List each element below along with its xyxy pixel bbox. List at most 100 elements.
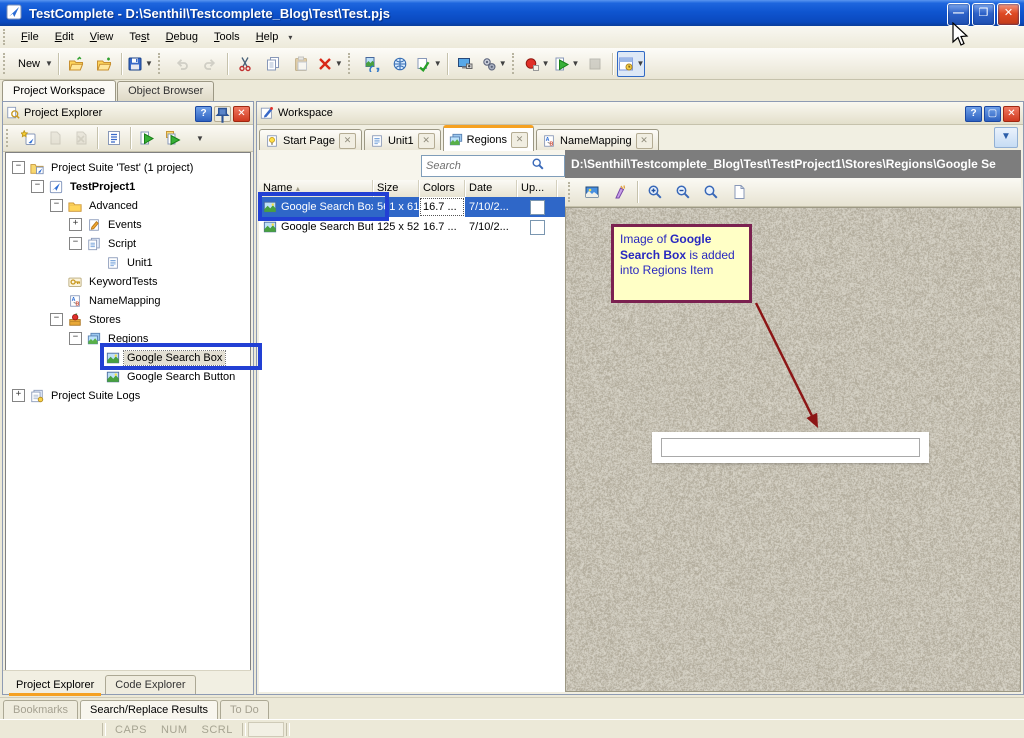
copy-button[interactable] <box>260 51 286 77</box>
tree-item-script[interactable]: −Script <box>6 234 250 253</box>
screen-capture-button[interactable] <box>452 51 478 77</box>
run-test-button[interactable] <box>135 126 159 150</box>
toolbar-grip[interactable] <box>3 29 10 44</box>
redo-icon <box>202 56 218 72</box>
column-header-up[interactable]: Up... <box>517 180 557 197</box>
collapse-icon[interactable]: − <box>69 237 82 250</box>
toolbar-grip[interactable] <box>158 53 165 75</box>
column-header-colors[interactable]: Colors <box>419 180 465 197</box>
regions-icon <box>87 332 101 346</box>
close-panel-button[interactable]: ✕ <box>1003 106 1020 122</box>
doc-tab-regions[interactable]: Regions✕ <box>443 125 534 151</box>
zoom-out-button[interactable] <box>670 179 696 205</box>
collapse-icon[interactable]: − <box>31 180 44 193</box>
updated-checkbox[interactable] <box>530 220 545 235</box>
tree-item-project-suite-test-1-project-[interactable]: −Project Suite 'Test' (1 project) <box>6 158 250 177</box>
tree-item-keywordtests[interactable]: −KeywordTests <box>6 272 250 291</box>
record-button[interactable]: ▼ <box>523 51 551 77</box>
restore-button[interactable]: ❐ <box>972 3 995 26</box>
tree-item-project-suite-logs[interactable]: +Project Suite Logs <box>6 386 250 405</box>
doc-tab-unit1[interactable]: Unit1✕ <box>364 129 441 151</box>
menu-item-test[interactable]: Test <box>121 28 157 46</box>
tab-object-browser[interactable]: Object Browser <box>117 81 214 101</box>
replace-image-button[interactable] <box>359 51 385 77</box>
updated-cell[interactable] <box>517 217 557 237</box>
tree-item-events[interactable]: +Events <box>6 215 250 234</box>
menu-item-debug[interactable]: Debug <box>158 28 206 46</box>
add-item-button[interactable] <box>17 126 41 150</box>
menu-item-edit[interactable]: Edit <box>47 28 82 46</box>
tree-item-testproject1[interactable]: −TestProject1 <box>6 177 250 196</box>
copy-icon <box>265 56 281 72</box>
maximize-panel-button[interactable]: ▢ <box>984 106 1001 122</box>
column-header-date[interactable]: Date <box>465 180 517 197</box>
doc-tab-namemapping[interactable]: ABNameMapping✕ <box>536 129 659 151</box>
tab-code-explorer[interactable]: Code Explorer <box>105 675 195 694</box>
delete-button[interactable]: ▼ <box>316 51 344 77</box>
zoom-actual-button[interactable] <box>698 179 724 205</box>
cut-button[interactable] <box>232 51 258 77</box>
menu-item-file[interactable]: File <box>13 28 47 46</box>
expand-icon[interactable]: + <box>12 389 25 402</box>
tab-bookmarks[interactable]: Bookmarks <box>3 700 78 719</box>
options-button[interactable]: ▼ <box>480 51 508 77</box>
toolbar-more-button[interactable]: ▼ <box>187 126 211 150</box>
new-button[interactable]: New▼ <box>14 51 54 77</box>
tab-to-do[interactable]: To Do <box>220 700 269 719</box>
panel-view-button[interactable]: ▼ <box>617 51 645 77</box>
menu-item-view[interactable]: View <box>82 28 122 46</box>
tab-scroll-chevron[interactable]: ▼ <box>994 127 1018 148</box>
updated-cell[interactable] <box>517 197 557 217</box>
view-page-button[interactable] <box>726 179 752 205</box>
web-testing-button[interactable] <box>387 51 413 77</box>
checkpoint-button[interactable]: ▼ <box>415 51 443 77</box>
close-panel-button[interactable]: ✕ <box>233 106 250 122</box>
run-button[interactable]: ▼ <box>553 51 581 77</box>
close-tab-icon[interactable]: ✕ <box>418 133 435 149</box>
close-button[interactable]: ✕ <box>997 3 1020 26</box>
tree-item-advanced[interactable]: −Advanced <box>6 196 250 215</box>
tree-item-stores[interactable]: −Stores <box>6 310 250 329</box>
script-icon <box>87 237 101 251</box>
tree-item-unit1[interactable]: −Unit1 <box>6 253 250 272</box>
close-tab-icon[interactable]: ✕ <box>636 133 653 149</box>
collapse-icon[interactable]: − <box>50 313 63 326</box>
expand-icon[interactable]: + <box>69 218 82 231</box>
options-icon <box>481 56 497 72</box>
remove-item-button <box>69 126 93 150</box>
collapse-icon[interactable]: − <box>69 332 82 345</box>
toolbar-grip[interactable] <box>348 53 355 75</box>
edit-image-button[interactable] <box>579 179 605 205</box>
tree-item-label: KeywordTests <box>86 275 160 289</box>
open-file-button[interactable] <box>63 51 89 77</box>
name-mapping-icon: AB <box>68 294 82 308</box>
save-button[interactable]: ▼ <box>126 51 154 77</box>
toolbar-grip[interactable] <box>512 53 519 75</box>
tab-search-replace-results[interactable]: Search/Replace Results <box>80 700 218 719</box>
zoom-in-button[interactable] <box>642 179 668 205</box>
tree-item-namemapping[interactable]: −ABNameMapping <box>6 291 250 310</box>
open-suite-button[interactable] <box>91 51 117 77</box>
close-tab-icon[interactable]: ✕ <box>511 132 528 148</box>
close-tab-icon[interactable]: ✕ <box>339 133 356 149</box>
tab-project-workspace[interactable]: Project Workspace <box>2 80 116 101</box>
repaint-button[interactable] <box>607 179 633 205</box>
help-button[interactable]: ? <box>965 106 982 122</box>
search-icon[interactable] <box>531 157 545 171</box>
regions-icon <box>449 133 463 147</box>
toolbar-grip[interactable] <box>6 129 13 147</box>
properties-button[interactable] <box>102 126 126 150</box>
help-button[interactable]: ? <box>195 106 212 122</box>
updated-checkbox[interactable] <box>530 200 545 215</box>
doc-tab-start-page[interactable]: Start Page✕ <box>259 129 362 151</box>
collapse-icon[interactable]: − <box>50 199 63 212</box>
menu-item-tools[interactable]: Tools <box>206 28 248 46</box>
run-project-button[interactable] <box>161 126 185 150</box>
collapse-icon[interactable]: − <box>12 161 25 174</box>
menu-item-help[interactable]: Help <box>248 28 287 46</box>
toolbar-grip[interactable] <box>3 53 10 75</box>
menu-overflow-chevron[interactable]: ▾ <box>288 33 292 42</box>
pin-button[interactable] <box>214 106 231 122</box>
toolbar-grip[interactable] <box>568 182 575 202</box>
tab-project-explorer[interactable]: Project Explorer <box>7 676 103 694</box>
